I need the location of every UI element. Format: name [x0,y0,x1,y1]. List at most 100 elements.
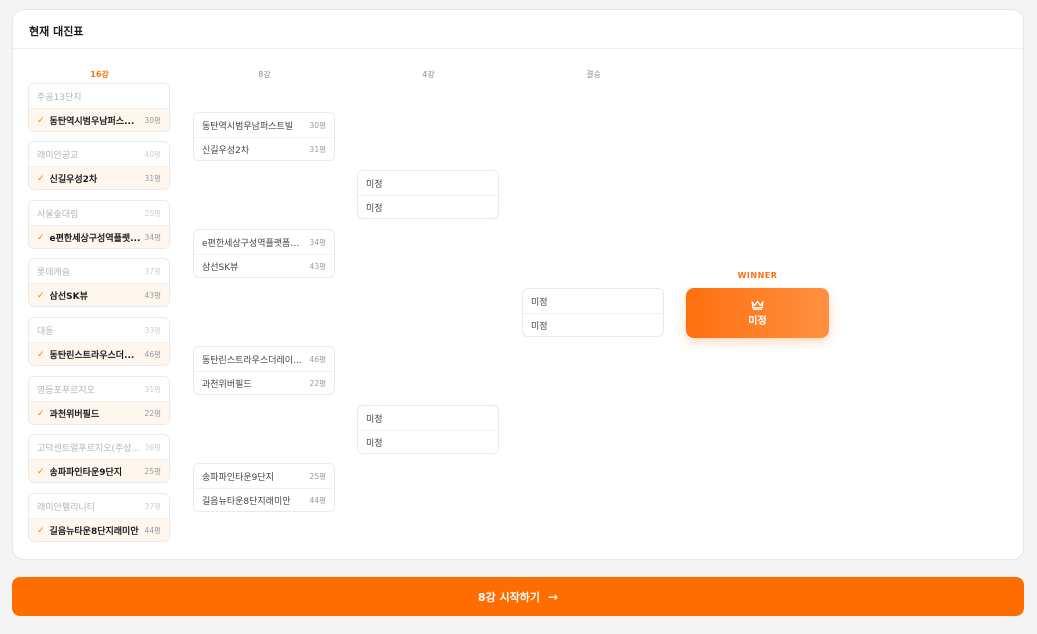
check-icon: ✓ [37,290,45,301]
winner-box: 미정 [686,288,829,338]
complex-name: 미정 [366,179,383,190]
complex-name: 고덕센트럴푸르지오(주상... [37,443,141,454]
competitor-row[interactable]: 미정 [358,171,498,195]
pyeong-size: 37평 [144,266,161,276]
complex-name: 래미안공교 [37,150,79,161]
competitor-row-selected[interactable]: ✓ 길음뉴타운8단지래미안 44평 [29,518,169,541]
competitor-row[interactable]: 길음뉴타운8단지래미안 44평 [194,488,334,511]
column-label-round8: 8강 [258,70,271,79]
competitor-row[interactable]: 과천위버필드 22평 [194,371,334,394]
match-round16: 대동 33평 ✓ 동탄린스트라우스더... 46평 [28,317,170,366]
competitor-row[interactable]: 동탄린스트라우스더레이... 46평 [194,347,334,371]
complex-name: 신길우성2차 [202,146,250,156]
arrow-right-icon: → [548,589,559,604]
competitor-row[interactable]: 동탄역시범우남퍼스트빌 30평 [194,113,334,137]
competitor-row[interactable]: 영등포푸르지오 31평 [29,377,169,401]
match-round4: 미정 미정 [357,405,499,454]
column-label-round4: 4강 [422,70,435,79]
competitor-row[interactable]: 미정 [358,195,498,218]
pyeong-size: 30평 [309,120,326,130]
complex-name: 미정 [531,297,548,308]
check-icon: ✓ [37,466,45,477]
competitor-row[interactable]: 미정 [523,289,663,313]
competitor-row[interactable]: 래미안공교 40평 [29,142,169,166]
competitor-row[interactable]: 신길우성2차 31평 [194,137,334,160]
complex-name: 동탄린스트라우스더... [49,351,135,361]
check-icon: ✓ [37,115,45,126]
pyeong-size: 33평 [144,325,161,335]
complex-name: 동탄역시범우남퍼스트빌 [202,121,294,132]
pyeong-size: 40평 [144,149,161,159]
competitor-row-selected[interactable]: ✓ 동탄역시범우남퍼스... 30평 [29,108,169,131]
competitor-row[interactable]: 서울숲대림 25평 [29,201,169,225]
complex-name: 동탄린스트라우스더레이... [202,355,302,366]
complex-name: 미정 [366,414,383,425]
pyeong-size: 22평 [144,409,161,418]
competitor-row[interactable]: 래미안펠리니티 37평 [29,494,169,518]
match-round4: 미정 미정 [357,170,499,219]
pyeong-size: 25평 [144,467,161,476]
competitor-row[interactable]: 미정 [523,313,663,336]
crown-icon [751,300,764,310]
competitor-row-selected[interactable]: ✓ e편한세상구성역플랫... 34평 [29,225,169,248]
competitor-row-selected[interactable]: ✓ 송파파인타운9단지 25평 [29,459,169,482]
match-round8: 동탄린스트라우스더레이... 46평 과천위버필드 22평 [193,346,335,395]
complex-name: e편한세상구성역플랫... [49,234,141,244]
complex-name: 영등포푸르지오 [37,385,95,396]
match-round16: 서울숲대림 25평 ✓ e편한세상구성역플랫... 34평 [28,200,170,249]
pyeong-size: 34평 [144,233,161,242]
check-icon: ✓ [37,408,45,419]
complex-name: 과천위버필드 [49,410,100,420]
column-label-final: 결승 [586,70,601,79]
start-button-label: 8강 시작하기 [477,590,541,604]
pyeong-size: 31평 [309,145,326,154]
competitor-row-selected[interactable]: ✓ 과천위버필드 22평 [29,401,169,424]
complex-name: 과천위버필드 [202,380,252,390]
match-round8: 동탄역시범우남퍼스트빌 30평 신길우성2차 31평 [193,112,335,161]
complex-name: 대동 [37,326,54,337]
competitor-row[interactable]: 롯데캐슬 37평 [29,259,169,283]
competitor-row[interactable]: 미정 [358,406,498,430]
competitor-row[interactable]: 대동 33평 [29,318,169,342]
pyeong-size: 25평 [309,471,326,481]
competitor-row-selected[interactable]: ✓ 신길우성2차 31평 [29,166,169,189]
pyeong-size: 31평 [144,174,161,183]
competitor-row[interactable]: 고덕센트럴푸르지오(주상... 36평 [29,435,169,459]
complex-name: 신길우성2차 [49,175,98,185]
pyeong-size: 46평 [144,350,161,359]
complex-name: 서울숲대림 [37,209,79,220]
complex-name: 길음뉴타운8단지래미안 [49,527,139,537]
complex-name: 삼선SK뷰 [49,292,88,302]
complex-name: 송파파인타운9단지 [202,472,274,483]
competitor-row[interactable]: e편한세상구성역플랫폼시... 34평 [194,230,334,254]
competitor-row-selected[interactable]: ✓ 동탄린스트라우스더... 46평 [29,342,169,365]
competitor-row-selected[interactable]: ✓ 삼선SK뷰 43평 [29,283,169,306]
competitor-row[interactable]: 미정 [358,430,498,453]
match-round8: 송파파인타운9단지 25평 길음뉴타운8단지래미안 44평 [193,463,335,512]
check-icon: ✓ [37,232,45,243]
start-round8-button[interactable]: 8강 시작하기 → [12,577,1024,616]
complex-name: 미정 [366,439,383,449]
complex-name: 미정 [366,204,383,214]
column-label-round16: 16강 [90,70,109,79]
check-icon: ✓ [37,349,45,360]
match-round16: 고덕센트럴푸르지오(주상... 36평 ✓ 송파파인타운9단지 25평 [28,434,170,483]
competitor-row[interactable]: 송파파인타운9단지 25평 [194,464,334,488]
competitor-row[interactable]: 삼선SK뷰 43평 [194,254,334,277]
complex-name: 미정 [531,322,548,332]
competitor-row[interactable]: 주공13단지 [29,84,169,108]
complex-name: 송파파인타운9단지 [49,468,123,478]
match-final: 미정 미정 [522,288,664,337]
check-icon: ✓ [37,173,45,184]
pyeong-size: 34평 [309,237,326,247]
complex-name: 래미안펠리니티 [37,502,95,513]
match-round16: 래미안공교 40평 ✓ 신길우성2차 31평 [28,141,170,190]
complex-name: 길음뉴타운8단지래미안 [202,497,291,507]
complex-name: 롯데캐슬 [37,267,71,278]
match-round16: 주공13단지 ✓ 동탄역시범우남퍼스... 30평 [28,83,170,132]
winner-value: 미정 [748,315,767,327]
pyeong-size: 37평 [144,501,161,511]
divider [13,48,1023,49]
pyeong-size: 43평 [309,262,326,271]
match-round16: 래미안펠리니티 37평 ✓ 길음뉴타운8단지래미안 44평 [28,493,170,542]
